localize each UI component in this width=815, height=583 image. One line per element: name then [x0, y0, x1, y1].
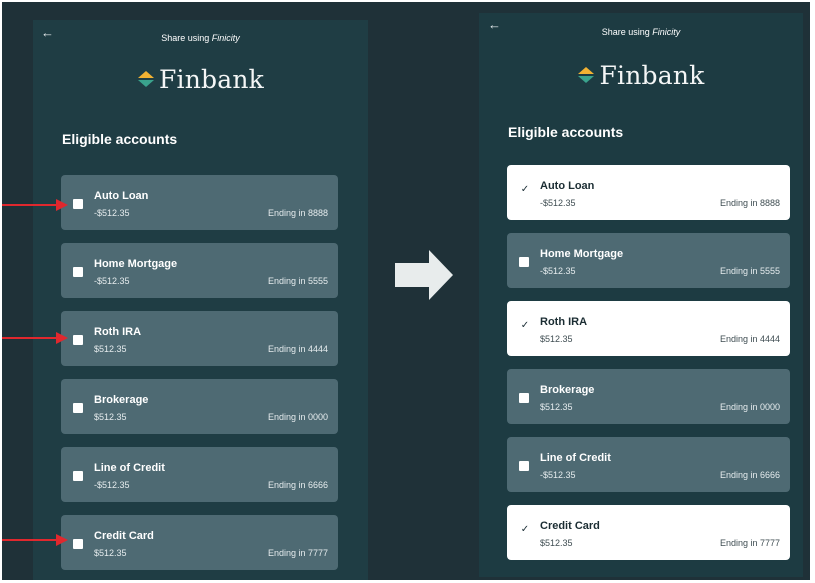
account-name: Auto Loan — [94, 190, 149, 202]
account-name: Credit Card — [540, 520, 600, 532]
account-ending: Ending in 8888 — [719, 198, 780, 208]
transition-arrow-icon — [395, 250, 453, 300]
account-card[interactable]: Home Mortgage -$512.35 Ending in 5555 — [61, 243, 338, 298]
account-name: Auto Loan — [540, 180, 595, 192]
account-name: Credit Card — [94, 530, 154, 542]
checkbox-checked[interactable]: ✓ — [520, 525, 530, 535]
section-title: Eligible accounts — [62, 131, 178, 147]
account-ending: Ending in 8888 — [267, 208, 328, 218]
account-balance: $512.35 — [94, 412, 127, 422]
account-name: Roth IRA — [540, 316, 588, 328]
section-title: Eligible accounts — [508, 124, 624, 140]
checkbox-unchecked[interactable] — [73, 471, 83, 481]
share-header: Share using Finicity — [33, 33, 368, 43]
share-brand: Finicity — [211, 33, 240, 43]
before-panel: ← Share using Finicity Finbank Eligible … — [33, 20, 368, 580]
account-name: Brokerage — [540, 384, 595, 396]
account-card[interactable]: ✓ Auto Loan -$512.35 Ending in 8888 — [507, 165, 790, 220]
account-ending: Ending in 0000 — [267, 412, 328, 422]
account-card[interactable]: Line of Credit -$512.35 Ending in 6666 — [61, 447, 338, 502]
account-ending: Ending in 7777 — [267, 548, 328, 558]
account-card[interactable]: Brokerage $512.35 Ending in 0000 — [61, 379, 338, 434]
annotation-arrow-icon — [2, 534, 68, 546]
share-brand: Finicity — [652, 27, 681, 37]
account-balance: $512.35 — [94, 548, 127, 558]
account-name: Line of Credit — [94, 462, 165, 474]
account-ending: Ending in 5555 — [267, 276, 328, 286]
account-balance: -$512.35 — [94, 480, 130, 490]
account-balance: $512.35 — [540, 538, 573, 548]
account-ending: Ending in 4444 — [267, 344, 328, 354]
checkbox-unchecked[interactable] — [73, 199, 83, 209]
account-name: Roth IRA — [94, 326, 142, 338]
account-name: Line of Credit — [540, 452, 611, 464]
account-balance: -$512.35 — [540, 266, 576, 276]
share-prefix: Share using — [161, 33, 212, 43]
account-ending: Ending in 6666 — [267, 480, 328, 490]
account-balance: $512.35 — [540, 402, 573, 412]
checkbox-unchecked[interactable] — [73, 403, 83, 413]
account-card[interactable]: Home Mortgage -$512.35 Ending in 5555 — [507, 233, 790, 288]
account-balance: -$512.35 — [540, 198, 576, 208]
finbank-logo-icon — [137, 65, 155, 87]
account-card[interactable]: Roth IRA $512.35 Ending in 4444 — [61, 311, 338, 366]
checkbox-unchecked[interactable] — [73, 267, 83, 277]
checkbox-checked[interactable]: ✓ — [520, 185, 530, 195]
account-card[interactable]: ✓ Roth IRA $512.35 Ending in 4444 — [507, 301, 790, 356]
share-prefix: Share using — [601, 27, 653, 37]
bank-name: Finbank — [158, 65, 264, 94]
account-card[interactable]: Line of Credit -$512.35 Ending in 6666 — [507, 437, 790, 492]
account-name: Brokerage — [94, 394, 149, 406]
account-ending: Ending in 0000 — [719, 402, 780, 412]
bank-name: Finbank — [599, 61, 705, 90]
account-card[interactable]: Brokerage $512.35 Ending in 0000 — [507, 369, 790, 424]
annotation-arrow-icon — [2, 199, 68, 211]
checkbox-unchecked[interactable] — [73, 335, 83, 345]
share-header: Share using Finicity — [479, 27, 803, 37]
account-balance: -$512.35 — [94, 208, 130, 218]
account-balance: $512.35 — [94, 344, 127, 354]
account-card[interactable]: ✓ Credit Card $512.35 Ending in 7777 — [507, 505, 790, 560]
checkbox-unchecked[interactable] — [519, 393, 529, 403]
checkbox-unchecked[interactable] — [73, 539, 83, 549]
account-card[interactable]: Auto Loan -$512.35 Ending in 8888 — [61, 175, 338, 230]
account-balance: -$512.35 — [94, 276, 130, 286]
annotation-arrow-icon — [2, 332, 68, 344]
account-balance: $512.35 — [540, 334, 573, 344]
after-panel: ← Share using Finicity Finbank Eligible … — [479, 13, 803, 577]
account-name: Home Mortgage — [540, 248, 624, 260]
checkbox-unchecked[interactable] — [519, 461, 529, 471]
account-ending: Ending in 6666 — [719, 470, 780, 480]
account-ending: Ending in 4444 — [719, 334, 780, 344]
finbank-logo-icon — [577, 61, 595, 83]
bank-logo: Finbank — [33, 65, 368, 94]
account-balance: -$512.35 — [540, 470, 576, 480]
account-name: Home Mortgage — [94, 258, 178, 270]
account-ending: Ending in 5555 — [719, 266, 780, 276]
account-ending: Ending in 7777 — [719, 538, 780, 548]
account-card[interactable]: Credit Card $512.35 Ending in 7777 — [61, 515, 338, 570]
bank-logo: Finbank — [479, 61, 803, 90]
checkbox-checked[interactable]: ✓ — [520, 321, 530, 331]
checkbox-unchecked[interactable] — [519, 257, 529, 267]
